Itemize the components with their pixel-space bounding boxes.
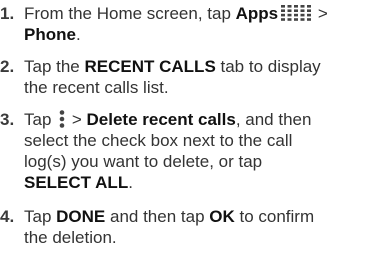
ok-label: OK	[209, 207, 235, 226]
step-number: 3.	[0, 110, 15, 129]
step-text: Tap the RECENT CALLS tab to display the …	[24, 56, 382, 98]
text-run: .	[75, 25, 81, 44]
step-line: the deletion.	[24, 228, 117, 247]
step-line: SELECT ALL.	[24, 172, 382, 193]
step-line: select the check box next to the call	[24, 131, 293, 150]
text-run: Tap the	[24, 57, 85, 76]
text-run: From the Home screen, tap	[24, 4, 236, 23]
apps-label: Apps	[235, 4, 279, 23]
text-run: >	[67, 110, 87, 129]
step-text: Tap DONE and then tap OK to confirm the …	[24, 206, 382, 248]
step-line: the recent calls list.	[24, 78, 169, 97]
text-run: Tap	[24, 110, 57, 129]
done-label: DONE	[56, 207, 106, 226]
phone-label: Phone	[24, 25, 76, 44]
step-text: From the Home screen, tap Apps > Phone.	[24, 3, 382, 45]
text-run: >	[313, 4, 328, 23]
text-run: .	[128, 173, 133, 192]
text-run: tab to display	[215, 57, 321, 76]
text-run: , and then	[235, 110, 312, 129]
step-text: Tap > Delete recent calls, and then sele…	[24, 109, 382, 193]
step-line: Tap > Delete recent calls, and then	[24, 109, 382, 130]
step-line: log(s) you want to delete, or tap	[24, 152, 263, 171]
instruction-steps: 1. From the Home screen, tap Apps > Phon…	[0, 0, 389, 269]
step-line: Tap the RECENT CALLS tab to display	[24, 56, 382, 77]
recent-calls-label: RECENT CALLS	[84, 57, 216, 76]
step-number: 4.	[0, 207, 15, 226]
text-run: Tap	[24, 207, 57, 226]
step-line: Tap DONE and then tap OK to confirm	[24, 206, 382, 227]
select-all-label: SELECT ALL	[24, 173, 129, 192]
step-number: 2.	[0, 57, 15, 76]
apps-grid-icon	[281, 5, 312, 21]
text-run: and then tap	[105, 207, 210, 226]
delete-recent-calls-label: Delete recent calls	[86, 110, 236, 129]
step-line: From the Home screen, tap Apps >	[24, 3, 382, 24]
more-options-icon	[59, 110, 65, 128]
step-number: 1.	[0, 4, 15, 23]
step-line: Phone.	[24, 24, 382, 45]
text-run: to confirm	[234, 207, 315, 226]
